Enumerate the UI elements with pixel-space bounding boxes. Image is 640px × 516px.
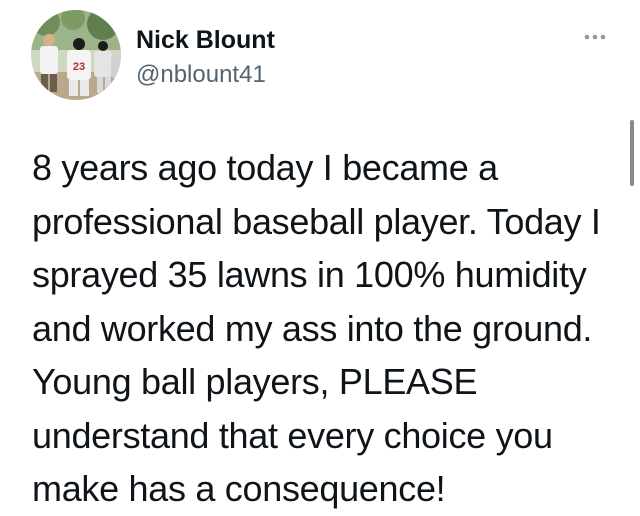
tweet-text-line: understand that every choice you [32,414,553,456]
tweet-text-line: professional baseball player. Today I [32,200,601,242]
jersey-number: 23 [73,61,85,73]
author-display-name[interactable]: Nick Blount [136,25,275,55]
tweet-text-line: make has a consequence! [32,468,446,509]
avatar[interactable]: 23 [31,10,121,100]
author-handle[interactable]: @nblount41 [136,61,266,89]
scrollbar[interactable] [630,120,634,186]
tweet-text-line: sprayed 35 lawns in 100% humidity [32,254,587,295]
tweet-text-line: Young ball players, PLEASE [32,361,478,402]
tweet-text: 8 years ago today I became a professiona… [32,141,612,516]
avatar-photo: 23 [31,10,121,100]
tweet-text-line: 8 years ago today I became a [32,147,498,188]
tweet-text-line: and worked my ass into the ground. [32,307,593,349]
more-options-button[interactable] [580,28,610,46]
tweet-card: 23 Nick Blount @nblount41 8 years ago to… [0,0,640,509]
more-options-icon [584,34,606,40]
